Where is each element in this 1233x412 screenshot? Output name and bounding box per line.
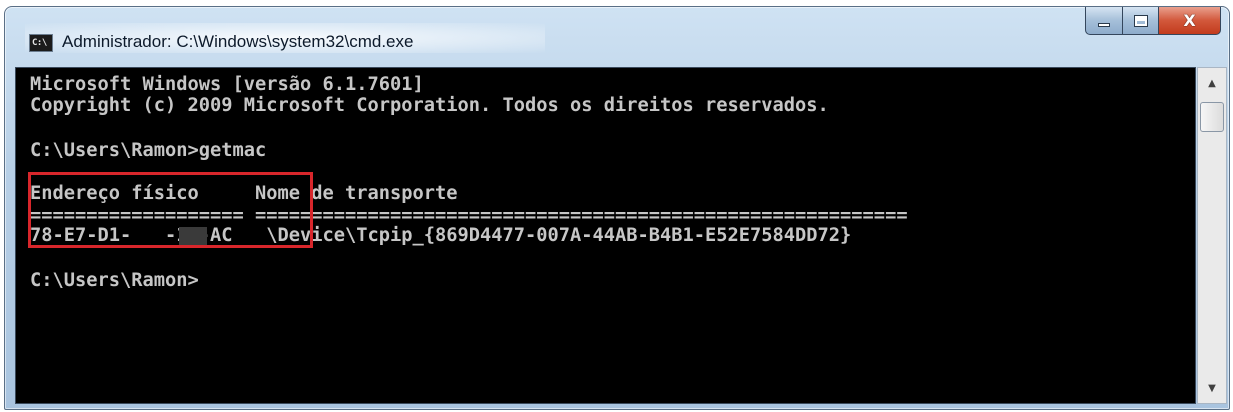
caption-buttons: X — [1085, 7, 1221, 37]
maximize-button[interactable] — [1123, 7, 1159, 35]
close-icon: X — [1183, 11, 1196, 30]
arrow-down-icon: ▼ — [1208, 382, 1216, 394]
arrow-up-icon: ▲ — [1208, 77, 1216, 89]
console-line: Copyright (c) 2009 Microsoft Corporation… — [30, 95, 829, 116]
console-line: Microsoft Windows [versão 6.1.7601] — [30, 74, 424, 95]
vertical-scrollbar[interactable]: ▲ ▼ — [1197, 67, 1227, 404]
cmd-window: C:\ Administrador: C:\Windows\system32\c… — [4, 6, 1230, 410]
console-line: C:\Users\Ramon>getmac — [30, 140, 267, 161]
mac-address-highlight — [28, 172, 313, 248]
close-button[interactable]: X — [1159, 7, 1221, 35]
scroll-thumb[interactable] — [1200, 102, 1224, 132]
minimize-icon — [1098, 22, 1110, 27]
scroll-down-button[interactable]: ▼ — [1198, 375, 1226, 401]
cmd-app-icon[interactable]: C:\ — [29, 34, 53, 52]
scroll-up-button[interactable]: ▲ — [1198, 70, 1226, 96]
minimize-button[interactable] — [1085, 7, 1123, 35]
console-output[interactable]: Microsoft Windows [versão 6.1.7601] Copy… — [15, 67, 1196, 404]
title-bar[interactable]: C:\ Administrador: C:\Windows\system32\c… — [5, 7, 1229, 65]
cmd-app-icon-text: C:\ — [32, 38, 47, 48]
console-line: C:\Users\Ramon> — [30, 270, 199, 291]
maximize-icon — [1133, 14, 1148, 27]
window-title: Administrador: C:\Windows\system32\cmd.e… — [62, 32, 414, 51]
